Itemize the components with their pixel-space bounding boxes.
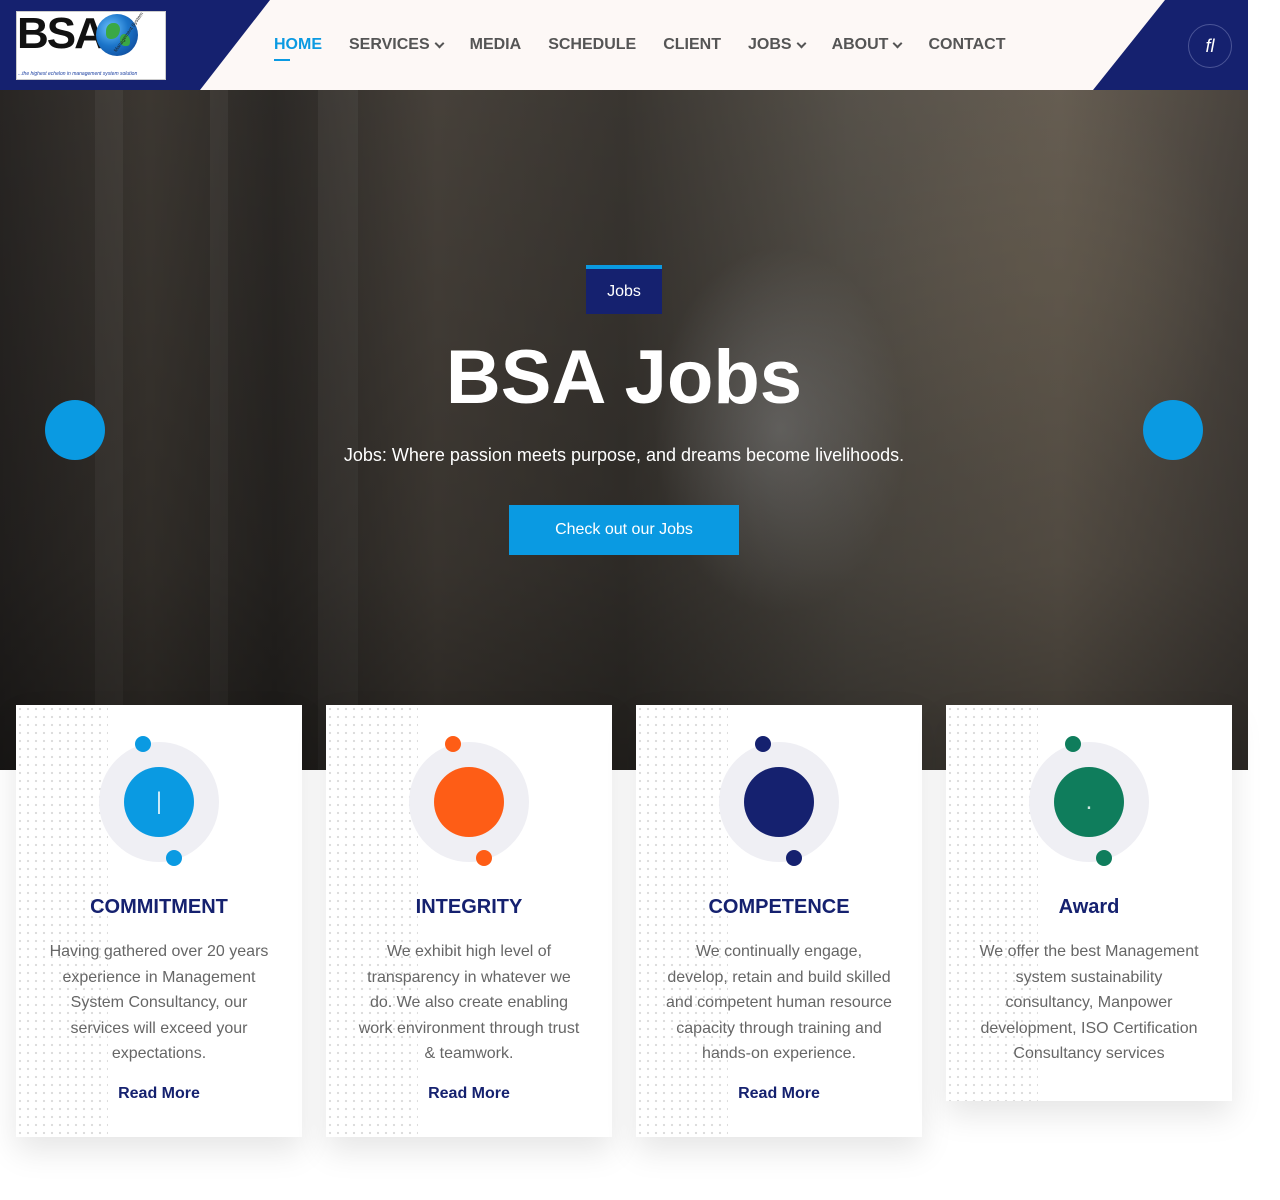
award-icon: . [1054, 767, 1124, 837]
commitment-icon: | [124, 767, 194, 837]
nav-item-client[interactable]: CLIENT [663, 0, 721, 90]
dot-pattern [636, 705, 728, 1137]
orbit-dot [445, 736, 461, 752]
hero-subtitle: Jobs: Where passion meets purpose, and d… [343, 445, 905, 465]
logo-tagline: ...the highest echelon in management sys… [18, 71, 138, 77]
nav-label: SCHEDULE [548, 36, 637, 53]
orbit-dot [755, 736, 771, 752]
hero-overlay [0, 90, 1248, 770]
nav-label: SERVICES [349, 36, 430, 53]
feature-card-award: . Award We offer the best Management sys… [946, 705, 1232, 1101]
orbit-dot [166, 850, 182, 866]
nav-item-jobs[interactable]: JOBS [747, 0, 807, 90]
orbit-dot [1096, 850, 1112, 866]
check-out-jobs-button[interactable]: Check out our Jobs [509, 505, 739, 555]
card-title: Award [1058, 896, 1120, 918]
nav-item-media[interactable]: MEDIA [470, 0, 522, 90]
chevron-down-icon [893, 38, 903, 48]
nav-label: MEDIA [469, 36, 522, 53]
nav-label: CONTACT [928, 36, 1006, 53]
card-text: We offer the best Management system sust… [979, 943, 1199, 1062]
slider-next-button[interactable] [1143, 400, 1203, 460]
search-button[interactable]: fl [1188, 24, 1232, 68]
nav-label: HOME [274, 36, 322, 53]
main-nav: HOME SERVICES MEDIA SCHEDULE CLIENT JOBS… [274, 0, 1032, 90]
site-header: BSA Management System Services Ltd ...th… [0, 0, 1248, 90]
search-icon: fl [1205, 35, 1215, 56]
feature-card-commitment: | COMMITMENT Having gathered over 20 yea… [16, 705, 302, 1137]
nav-label: ABOUT [831, 36, 889, 53]
read-more-link[interactable]: Read More [636, 1085, 922, 1103]
integrity-icon [434, 767, 504, 837]
card-title: COMMITMENT [90, 896, 228, 918]
card-text: Having gathered over 20 years experience… [49, 943, 269, 1062]
feature-card-competence: COMPETENCE We continually engage, develo… [636, 705, 922, 1137]
nav-item-schedule[interactable]: SCHEDULE [548, 0, 636, 90]
feature-icon-ring: . [1029, 736, 1149, 866]
feature-icon-ring: | [99, 736, 219, 866]
logo-text: BSA [17, 11, 106, 58]
hero-title: BSA Jobs [445, 335, 803, 420]
nav-item-home[interactable]: HOME [274, 0, 322, 90]
orbit-dot [476, 850, 492, 866]
card-text: We continually engage, develop, retain a… [666, 943, 892, 1062]
feature-icon-ring [719, 736, 839, 866]
dot-pattern [326, 705, 418, 1137]
nav-label: CLIENT [663, 36, 721, 53]
feature-card-integrity: INTEGRITY We exhibit high level of trans… [326, 705, 612, 1137]
feature-icon-ring [409, 736, 529, 866]
read-more-link[interactable]: Read More [326, 1085, 612, 1103]
slider-prev-button[interactable] [45, 400, 105, 460]
orbit-dot [1065, 736, 1081, 752]
nav-item-contact[interactable]: CONTACT [928, 0, 1005, 90]
chevron-down-icon [796, 38, 807, 48]
dot-pattern [16, 705, 108, 1137]
card-title: INTEGRITY [415, 896, 523, 918]
competence-icon [744, 767, 814, 837]
nav-label: JOBS [747, 36, 792, 53]
nav-item-about[interactable]: ABOUT [831, 0, 903, 90]
read-more-link[interactable]: Read More [16, 1085, 302, 1103]
orbit-dot [135, 736, 151, 752]
card-title: COMPETENCE [708, 896, 850, 918]
hero-slider: Jobs BSA Jobs Jobs: Where passion meets … [0, 90, 1248, 770]
chevron-down-icon [434, 38, 445, 48]
orbit-dot [786, 850, 802, 866]
nav-item-services[interactable]: SERVICES [349, 0, 445, 90]
site-logo[interactable]: BSA Management System Services Ltd ...th… [16, 11, 166, 80]
hero-badge: Jobs [586, 265, 662, 314]
card-text: We exhibit high level of transparency in… [358, 943, 580, 1062]
